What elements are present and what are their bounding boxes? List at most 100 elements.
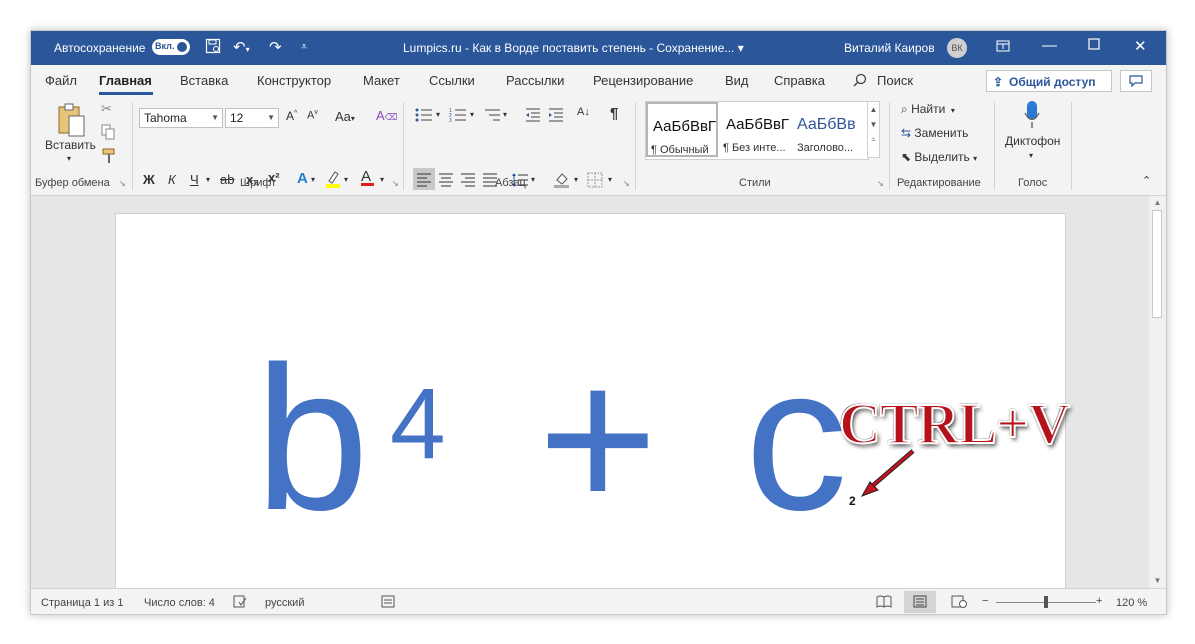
style-normal[interactable]: АаБбВвГ ¶ Обычный [646, 102, 718, 157]
zoom-in-icon[interactable]: + [1096, 595, 1102, 607]
font-name-field[interactable]: Tahoma ▼ [139, 108, 223, 128]
search-icon[interactable] [853, 73, 867, 90]
document-title[interactable]: Lumpics.ru - Как в Ворде поставить степе… [403, 41, 744, 55]
share-button[interactable]: ⇪ Общий доступ [986, 70, 1112, 92]
strikethrough-button[interactable]: ab [220, 172, 234, 187]
borders-icon[interactable] [587, 172, 603, 191]
tab-view[interactable]: Вид [725, 73, 749, 88]
comments-icon[interactable] [1120, 70, 1152, 92]
find-button[interactable]: ⌕ Найти ▾ [901, 102, 955, 117]
font-color-dropdown-icon[interactable]: ▾ [380, 175, 384, 184]
zoom-level[interactable]: 120 % [1116, 597, 1147, 609]
bold-button[interactable]: Ж [143, 172, 155, 187]
formula-exponent-4[interactable]: 4 [390, 374, 446, 474]
shading-icon[interactable] [553, 171, 571, 192]
page-count[interactable]: Страница 1 из 1 [41, 597, 123, 609]
clear-formatting-icon[interactable]: A⌫ [376, 108, 397, 123]
style-heading[interactable]: АаБбВв Заголово... [794, 102, 866, 157]
scroll-down-icon[interactable]: ▼ [1149, 576, 1166, 585]
minimize-icon[interactable]: — [1042, 37, 1057, 54]
formula-subscript-2[interactable]: 2 [849, 494, 856, 508]
borders-dropdown-icon[interactable]: ▾ [608, 175, 612, 184]
proofing-icon[interactable] [233, 595, 247, 611]
scroll-up-icon[interactable]: ▲ [1149, 198, 1166, 207]
styles-scroll[interactable]: ▲ ▼ ⩡ [867, 101, 880, 158]
microphone-icon[interactable] [1024, 100, 1040, 133]
multilevel-dropdown-icon[interactable]: ▾ [503, 110, 507, 119]
decrease-indent-icon[interactable] [525, 108, 541, 125]
paste-label[interactable]: Вставить [45, 138, 96, 152]
close-icon[interactable]: ✕ [1134, 37, 1147, 55]
tab-help[interactable]: Справка [774, 73, 825, 88]
paste-dropdown-icon[interactable]: ▾ [67, 154, 71, 163]
vertical-scrollbar[interactable]: ▲ ▼ [1149, 196, 1166, 588]
clipboard-launcher-icon[interactable]: ↘ [119, 179, 126, 188]
formula-plus[interactable]: + [538, 336, 658, 541]
zoom-out-icon[interactable]: − [982, 595, 988, 607]
bullets-dropdown-icon[interactable]: ▾ [436, 110, 440, 119]
formula-base-c[interactable]: c [745, 336, 848, 541]
shrink-font-icon[interactable]: Av [307, 109, 318, 122]
align-center-icon[interactable] [438, 173, 454, 190]
numbering-dropdown-icon[interactable]: ▾ [470, 110, 474, 119]
replace-button[interactable]: ⇆ Заменить [901, 126, 968, 140]
line-spacing-dropdown-icon[interactable]: ▾ [531, 175, 535, 184]
font-size-field[interactable]: 12 ▼ [225, 108, 279, 128]
accessibility-icon[interactable] [381, 595, 395, 611]
more-styles-icon[interactable]: ⩡ [868, 135, 879, 145]
copy-icon[interactable] [101, 124, 115, 143]
web-layout-icon[interactable] [951, 595, 967, 611]
redo-icon[interactable]: ↷ [269, 38, 282, 56]
multilevel-list-icon[interactable] [483, 108, 501, 125]
bullets-icon[interactable] [415, 108, 433, 125]
paste-icon[interactable] [57, 102, 87, 141]
ribbon-display-icon[interactable] [996, 39, 1010, 57]
customize-toolbar-icon[interactable]: ⩡ [301, 41, 307, 54]
shading-dropdown-icon[interactable]: ▾ [574, 175, 578, 184]
font-launcher-icon[interactable]: ↘ [392, 179, 399, 188]
align-left-icon[interactable] [416, 173, 432, 190]
chevron-up-icon[interactable]: ▲ [868, 105, 879, 114]
underline-button[interactable]: Ч [190, 172, 199, 187]
numbering-icon[interactable]: 123 [449, 108, 467, 125]
text-effects-icon[interactable]: A [297, 170, 308, 187]
read-mode-icon[interactable] [876, 595, 892, 611]
highlight-dropdown-icon[interactable]: ▾ [344, 175, 348, 184]
change-case-button[interactable]: Aa▾ [335, 109, 355, 124]
cut-icon[interactable]: ✂ [101, 101, 112, 117]
tab-home[interactable]: Главная [99, 73, 152, 88]
sort-icon[interactable]: A↓ [577, 106, 590, 118]
maximize-icon[interactable] [1088, 37, 1100, 54]
increase-indent-icon[interactable] [548, 108, 564, 125]
dictate-label[interactable]: Диктофон [1005, 134, 1060, 148]
tab-layout[interactable]: Макет [363, 73, 400, 88]
grow-font-icon[interactable]: A^ [286, 109, 297, 123]
scroll-thumb[interactable] [1152, 210, 1162, 318]
align-right-icon[interactable] [460, 173, 476, 190]
zoom-slider-knob[interactable] [1044, 596, 1048, 608]
style-no-spacing[interactable]: АаБбВвГ ¶ Без инте... [720, 102, 792, 157]
print-layout-icon[interactable] [913, 595, 927, 611]
collapse-ribbon-icon[interactable]: ⌃ [1142, 174, 1151, 187]
italic-button[interactable]: К [168, 172, 176, 187]
undo-icon[interactable]: ↶▾ [233, 38, 250, 56]
highlight-icon[interactable] [325, 170, 341, 191]
formula-base-b[interactable]: b [255, 336, 369, 541]
save-icon[interactable] [205, 38, 221, 58]
tab-insert[interactable]: Вставка [180, 73, 228, 88]
autosave-toggle[interactable]: Вкл. [152, 39, 190, 55]
underline-dropdown-icon[interactable]: ▾ [206, 175, 210, 184]
avatar[interactable]: ВК [947, 38, 967, 58]
text-effects-dropdown-icon[interactable]: ▾ [311, 175, 315, 184]
styles-launcher-icon[interactable]: ↘ [877, 179, 884, 188]
tab-review[interactable]: Рецензирование [593, 73, 693, 88]
tab-references[interactable]: Ссылки [429, 73, 475, 88]
format-painter-icon[interactable] [101, 148, 117, 167]
show-marks-button[interactable]: ¶ [610, 105, 618, 122]
tab-design[interactable]: Конструктор [257, 73, 331, 88]
word-count[interactable]: Число слов: 4 [144, 597, 215, 609]
tab-file[interactable]: Файл [45, 73, 77, 88]
select-button[interactable]: ⬉ Выделить ▾ [901, 150, 977, 164]
search-label[interactable]: Поиск [877, 73, 913, 88]
language-label[interactable]: русский [265, 597, 304, 609]
